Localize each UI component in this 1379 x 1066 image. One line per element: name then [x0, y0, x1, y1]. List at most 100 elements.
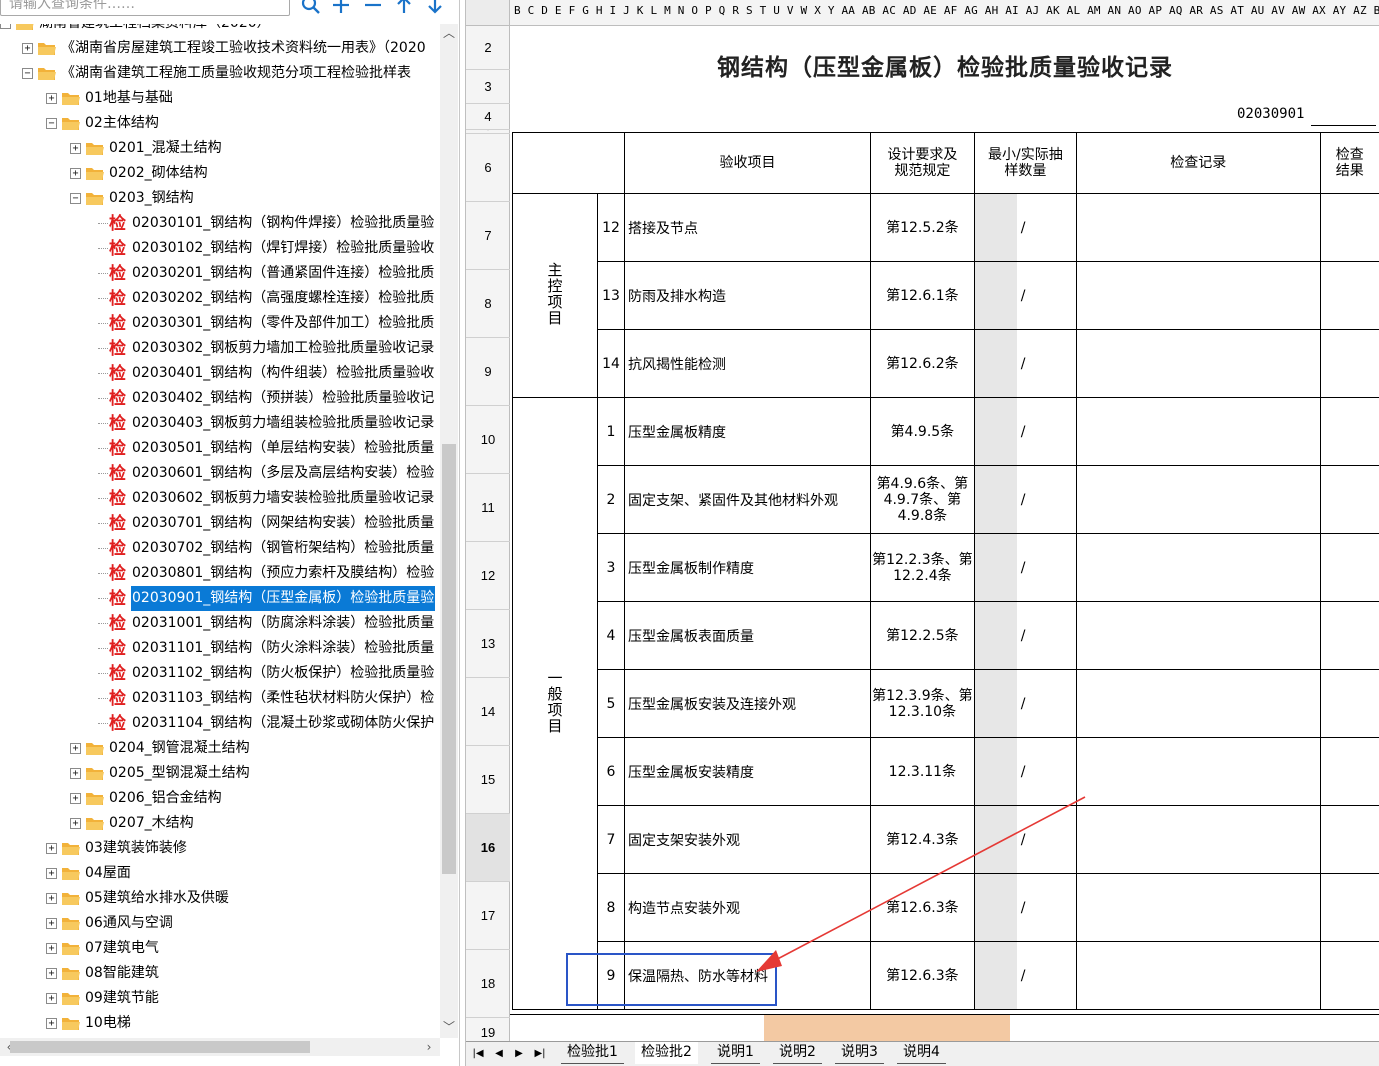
expand-icon[interactable]: +: [46, 1018, 57, 1029]
expand-icon[interactable]: +: [46, 893, 57, 904]
sample-min-cell[interactable]: [975, 534, 1017, 601]
tree-folder-item[interactable]: +01地基与基础: [0, 86, 440, 111]
collapse-icon[interactable]: −: [0, 24, 11, 29]
row-number[interactable]: 15: [466, 746, 510, 814]
minus-icon[interactable]: [362, 0, 384, 16]
expand-icon[interactable]: +: [46, 918, 57, 929]
expand-icon[interactable]: +: [46, 93, 57, 104]
row-number[interactable]: 3: [466, 70, 510, 104]
plus-icon[interactable]: [330, 0, 352, 16]
scrollbar-thumb[interactable]: [442, 444, 456, 874]
row-index[interactable]: 3: [597, 533, 625, 602]
tree-file-item[interactable]: 检 02031001_钢结构（防腐涂料涂装）检验批质量: [0, 611, 440, 636]
check-record-cell[interactable]: [1076, 669, 1321, 738]
collapse-icon[interactable]: −: [22, 68, 33, 79]
check-record-cell[interactable]: [1076, 805, 1321, 874]
expand-icon[interactable]: +: [70, 818, 81, 829]
tree-horizontal-scrollbar[interactable]: ‹ ›: [0, 1038, 440, 1056]
check-result-cell[interactable]: [1319, 669, 1379, 738]
sample-count-cell[interactable]: /: [973, 805, 1078, 874]
requirement-clause[interactable]: 第12.6.2条: [869, 329, 975, 398]
check-result-cell[interactable]: [1319, 873, 1379, 942]
tree-file-item[interactable]: 检 02031103_钢结构（柔性毡状材料防火保护）检: [0, 686, 440, 711]
sample-min-cell[interactable]: [975, 874, 1017, 941]
requirement-clause[interactable]: 12.3.11条: [869, 737, 975, 806]
expand-icon[interactable]: +: [46, 943, 57, 954]
tree-folder-item[interactable]: +09建筑节能: [0, 986, 440, 1011]
check-item[interactable]: 固定支架、紧固件及其他材料外观: [623, 465, 871, 534]
sample-min-cell[interactable]: [975, 330, 1017, 397]
check-item[interactable]: 保温隔热、防水等材料: [623, 941, 871, 1010]
row-number[interactable]: 7: [466, 202, 510, 270]
check-item[interactable]: 固定支架安装外观: [623, 805, 871, 874]
tree-folder-item[interactable]: +06通风与空调: [0, 911, 440, 936]
tree-file-item[interactable]: 检 02030102_钢结构（焊钉焊接）检验批质量验收: [0, 236, 440, 261]
row-number[interactable]: 9: [466, 338, 510, 406]
check-result-cell[interactable]: [1319, 601, 1379, 670]
tree-folder-item[interactable]: − 02主体结构: [0, 111, 440, 136]
requirement-clause[interactable]: 第12.2.5条: [869, 601, 975, 670]
sample-min-cell[interactable]: [975, 466, 1017, 533]
tree-file-item[interactable]: 检 02031104_钢结构（混凝土砂浆或砌体防火保护: [0, 711, 440, 736]
tree-file-item[interactable]: 检 02030801_钢结构（预应力索杆及膜结构）检验: [0, 561, 440, 586]
check-record-cell[interactable]: [1076, 397, 1321, 466]
row-index[interactable]: 1: [597, 397, 625, 466]
tree-file-item[interactable]: 检 02030202_钢结构（高强度螺栓连接）检验批质: [0, 286, 440, 311]
row-number[interactable]: 14: [466, 678, 510, 746]
sample-count-cell[interactable]: /: [973, 465, 1078, 534]
tree-folder-item[interactable]: − 《湖南省建筑工程施工质量验收规范分项工程检验批样表: [0, 61, 440, 86]
row-index[interactable]: 13: [597, 261, 625, 330]
row-number[interactable]: 2: [466, 26, 510, 70]
select-all-corner[interactable]: [466, 0, 510, 25]
row-number[interactable]: 12: [466, 542, 510, 610]
requirement-clause[interactable]: 第4.9.5条: [869, 397, 975, 466]
tree-file-item[interactable]: 检 02031102_钢结构（防火板保护）检验批质量验: [0, 661, 440, 686]
expand-icon[interactable]: +: [70, 743, 81, 754]
expand-icon[interactable]: +: [70, 768, 81, 779]
tree-folder-item[interactable]: +0201_混凝土结构: [0, 136, 440, 161]
sample-count-cell[interactable]: /: [973, 193, 1078, 262]
check-result-cell[interactable]: [1319, 261, 1379, 330]
search-input[interactable]: 请输入查询条件……: [0, 0, 290, 16]
sheet-tab[interactable]: 说明4: [897, 1042, 946, 1064]
row-number[interactable]: 6: [466, 134, 510, 202]
check-record-cell[interactable]: [1076, 601, 1321, 670]
prev-sheet-icon[interactable]: ◀: [491, 1046, 507, 1062]
row-number[interactable]: 13: [466, 610, 510, 678]
check-item[interactable]: 防雨及排水构造: [623, 261, 871, 330]
scroll-down-icon[interactable]: ﹀: [440, 1018, 458, 1036]
row-index[interactable]: 8: [597, 873, 625, 942]
tree-folder-item[interactable]: +07建筑电气: [0, 936, 440, 961]
sample-min-cell[interactable]: [975, 262, 1017, 329]
sample-count-cell[interactable]: /: [973, 329, 1078, 398]
tree-folder-item[interactable]: − 0203_钢结构: [0, 186, 440, 211]
requirement-clause[interactable]: 第4.9.6条、第4.9.7条、第4.9.8条: [869, 465, 975, 534]
requirement-clause[interactable]: 第12.3.9条、第12.3.10条: [869, 669, 975, 738]
collapse-icon[interactable]: −: [46, 118, 57, 129]
check-item[interactable]: 压型金属板精度: [623, 397, 871, 466]
first-sheet-icon[interactable]: |◀: [470, 1046, 486, 1062]
arrow-down-icon[interactable]: [424, 0, 446, 16]
column-letters[interactable]: B C D E F G H I J K L M N O P Q R S T U …: [514, 4, 1379, 17]
row-number[interactable]: 11: [466, 474, 510, 542]
check-result-cell[interactable]: [1319, 329, 1379, 398]
sheet-tab[interactable]: 说明1: [711, 1042, 760, 1064]
requirement-clause[interactable]: 第12.6.3条: [869, 941, 975, 1010]
row-number[interactable]: 17: [466, 882, 510, 950]
sample-count-cell[interactable]: /: [973, 669, 1078, 738]
row-index[interactable]: 7: [597, 805, 625, 874]
sheet-tab[interactable]: 检验批1: [561, 1042, 624, 1064]
check-result-cell[interactable]: [1319, 805, 1379, 874]
check-item[interactable]: 抗风揭性能检测: [623, 329, 871, 398]
tree-file-item[interactable]: 检 02030402_钢结构（预拼装）检验批质量验收记: [0, 386, 440, 411]
requirement-clause[interactable]: 第12.2.3条、第12.2.4条: [869, 533, 975, 602]
requirement-clause[interactable]: 第12.6.3条: [869, 873, 975, 942]
tree-folder-item[interactable]: +05建筑给水排水及供暖: [0, 886, 440, 911]
tree-folder-item[interactable]: +0206_铝合金结构: [0, 786, 440, 811]
sample-count-cell[interactable]: /: [973, 533, 1078, 602]
check-record-cell[interactable]: [1076, 261, 1321, 330]
sample-min-cell[interactable]: [975, 942, 1017, 1009]
sample-min-cell[interactable]: [975, 602, 1017, 669]
sample-count-cell[interactable]: /: [973, 601, 1078, 670]
check-item[interactable]: 搭接及节点: [623, 193, 871, 262]
